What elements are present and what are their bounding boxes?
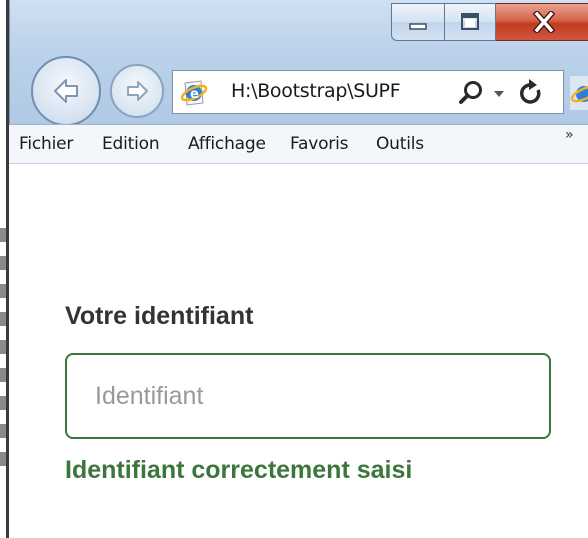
maximize-icon (461, 13, 479, 30)
close-icon (532, 11, 556, 33)
chevron-down-icon[interactable] (489, 81, 509, 105)
svg-text:e: e (190, 87, 199, 102)
menu-item-outils[interactable]: Outils (376, 134, 424, 154)
menu-bar: Fichier Edition Affichage Favoris Outils… (9, 124, 588, 164)
caption-buttons (391, 3, 588, 43)
menu-overflow-chevron-icon[interactable]: » (565, 127, 574, 143)
back-button[interactable] (31, 56, 101, 126)
menu-item-fichier[interactable]: Fichier (19, 134, 73, 154)
menu-item-edition[interactable]: Edition (102, 134, 160, 154)
forward-arrow-icon (127, 81, 148, 101)
page-content: Votre identifiant Identifiant correcteme… (12, 164, 588, 538)
minimize-icon (409, 23, 427, 30)
tab-ie-icon[interactable] (570, 76, 588, 110)
identifiant-input[interactable] (65, 353, 551, 439)
minimize-button[interactable] (391, 3, 445, 41)
menu-item-favoris[interactable]: Favoris (290, 134, 348, 154)
refresh-icon[interactable] (517, 78, 545, 108)
identifiant-label: Votre identifiant (65, 302, 254, 330)
address-bar[interactable]: e H:\Bootstrap\SUPF (172, 70, 564, 114)
search-icon[interactable] (457, 79, 485, 107)
maximize-button[interactable] (445, 3, 496, 41)
browser-window: e H:\Bootstrap\SUPF Fichier Edition Affi… (0, 0, 588, 538)
forward-button[interactable] (110, 64, 164, 118)
identifiant-success-message: Identifiant correctement saisi (65, 456, 413, 484)
ie-page-icon: e (180, 80, 208, 106)
back-arrow-icon (54, 79, 78, 103)
menu-item-affichage[interactable]: Affichage (188, 134, 266, 154)
address-text[interactable]: H:\Bootstrap\SUPF (231, 80, 451, 102)
close-button[interactable] (496, 3, 588, 41)
